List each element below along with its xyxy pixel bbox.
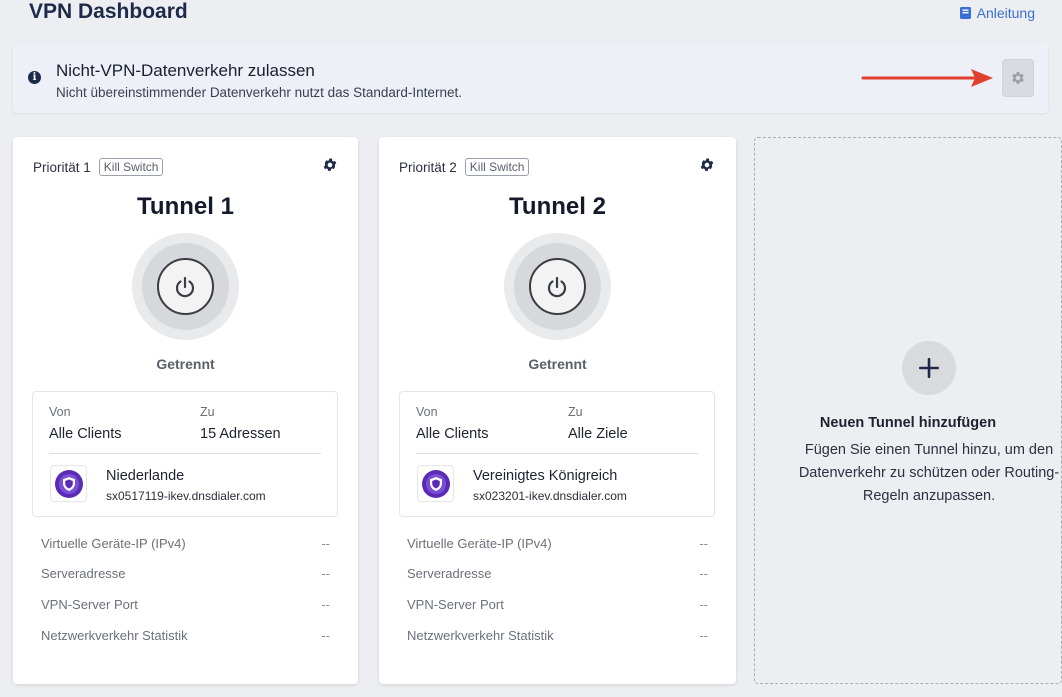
stat-label: Serveradresse [407, 566, 492, 581]
priority-label: Priorität 2 [399, 159, 457, 175]
stat-value: -- [699, 597, 708, 612]
stat-label: Netzwerkverkehr Statistik [41, 628, 188, 643]
stat-label: Serveradresse [41, 566, 126, 581]
gear-icon[interactable] [699, 157, 715, 173]
kill-switch-badge[interactable]: Kill Switch [98, 158, 164, 176]
connection-status: Getrennt [156, 356, 215, 372]
tunnel-name: Tunnel 2 [509, 193, 606, 220]
gear-icon[interactable] [322, 157, 338, 173]
from-value: Alle Clients [416, 426, 489, 442]
priority-row: Priorität 2 Kill Switch [399, 158, 530, 176]
non-vpn-traffic-banner: i Nicht-VPN-Datenverkehr zulassen Nicht … [13, 43, 1048, 113]
to-value: Alle Ziele [568, 426, 628, 442]
tunnel-route-box[interactable]: Von Alle Clients Zu Alle Ziele Vereinigt… [399, 391, 715, 517]
power-button-ring [503, 233, 611, 340]
stat-label: Netzwerkverkehr Statistik [407, 628, 554, 643]
to-label: Zu [200, 405, 215, 419]
power-icon [175, 276, 195, 297]
server-location: Niederlande [106, 468, 185, 484]
tunnel-card-1: Priorität 1 Kill Switch Tunnel 1 Getrenn… [13, 137, 358, 684]
add-tunnel-title: Neuen Tunnel hinzufügen [819, 415, 997, 431]
stat-label: VPN-Server Port [407, 597, 504, 612]
stat-value: -- [321, 597, 330, 612]
stat-value: -- [699, 566, 708, 581]
stat-row: Virtuelle Geräte-IP (IPv4) -- [41, 536, 330, 551]
stat-value: -- [699, 536, 708, 551]
divider [49, 453, 321, 454]
vpn-provider-logo [50, 465, 87, 502]
stat-value: -- [321, 628, 330, 643]
stat-row: Serveradresse -- [407, 566, 708, 581]
to-label: Zu [568, 405, 583, 419]
tunnel-name: Tunnel 1 [137, 193, 234, 220]
power-button[interactable] [156, 258, 214, 315]
banner-title: Nicht-VPN-Datenverkehr zulassen [56, 61, 315, 80]
banner-subtitle: Nicht übereinstimmender Datenverkehr nut… [56, 85, 462, 100]
info-icon: i [28, 71, 41, 84]
power-button-ring [131, 233, 239, 340]
from-label: Von [416, 405, 438, 419]
gear-icon [1012, 72, 1024, 84]
stat-value: -- [321, 536, 330, 551]
stat-label: VPN-Server Port [41, 597, 138, 612]
add-tunnel-button[interactable] [902, 341, 956, 395]
stat-row: Netzwerkverkehr Statistik -- [41, 628, 330, 643]
stat-value: -- [699, 628, 708, 643]
stat-row: Serveradresse -- [41, 566, 330, 581]
vpn-provider-logo [417, 465, 454, 502]
guide-link-label: Anleitung [976, 5, 1035, 21]
stat-row: Virtuelle Geräte-IP (IPv4) -- [407, 536, 708, 551]
from-label: Von [49, 405, 71, 419]
server-location: Vereinigtes Königreich [473, 468, 618, 484]
priority-row: Priorität 1 Kill Switch [33, 158, 164, 176]
stat-row: VPN-Server Port -- [407, 597, 708, 612]
tunnel-card-2: Priorität 2 Kill Switch Tunnel 2 Getrenn… [379, 137, 736, 684]
server-host: sx023201-ikev.dnsdialer.com [473, 489, 627, 503]
from-value: Alle Clients [49, 426, 122, 442]
shield-icon [54, 469, 83, 498]
stat-row: VPN-Server Port -- [41, 597, 330, 612]
add-tunnel-card[interactable]: Neuen Tunnel hinzufügen Fügen Sie einen … [754, 137, 1062, 684]
book-icon [959, 7, 971, 19]
kill-switch-badge[interactable]: Kill Switch [464, 158, 530, 176]
plus-icon [919, 358, 939, 378]
guide-link[interactable]: Anleitung [959, 5, 1035, 21]
tunnel-route-box[interactable]: Von Alle Clients Zu 15 Adressen Niederla… [32, 391, 338, 517]
to-value: 15 Adressen [200, 426, 281, 442]
shield-icon [421, 469, 450, 498]
priority-label: Priorität 1 [33, 159, 91, 175]
server-host: sx0517119-ikev.dnsdialer.com [106, 489, 266, 503]
non-vpn-settings-button[interactable] [1002, 59, 1034, 97]
arrow-icon [861, 69, 993, 87]
stat-row: Netzwerkverkehr Statistik -- [407, 628, 708, 643]
divider [416, 453, 698, 454]
page-title: VPN Dashboard [29, 0, 188, 23]
add-tunnel-description: Fügen Sie einen Tunnel hinzu, um den Dat… [798, 442, 1060, 504]
stat-label: Virtuelle Geräte-IP (IPv4) [407, 536, 552, 551]
stat-value: -- [321, 566, 330, 581]
power-button[interactable] [528, 258, 586, 315]
stat-label: Virtuelle Geräte-IP (IPv4) [41, 536, 186, 551]
connection-status: Getrennt [528, 356, 587, 372]
power-icon [547, 276, 567, 297]
